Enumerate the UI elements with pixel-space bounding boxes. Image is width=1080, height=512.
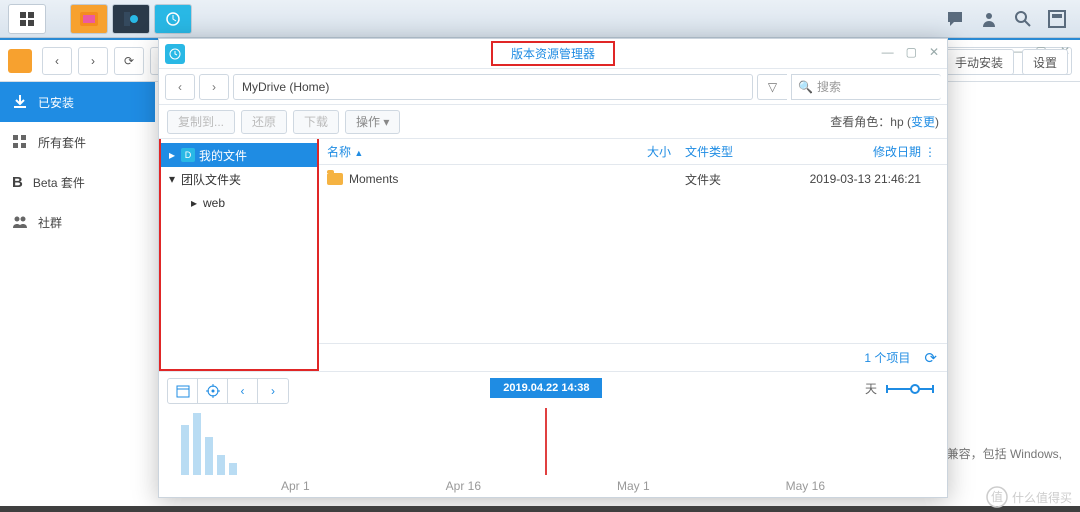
apps-icon[interactable] <box>8 4 46 34</box>
forward-button[interactable]: › <box>78 47 108 75</box>
app1-icon[interactable] <box>70 4 108 34</box>
svg-text:值: 值 <box>991 489 1003 504</box>
sidebar-community[interactable]: 社群 <box>0 202 155 242</box>
sidebar-all[interactable]: 所有套件 <box>0 122 155 162</box>
vw-title-text: 版本资源管理器 <box>491 41 615 66</box>
vw-search-input[interactable]: 🔍搜索 <box>791 74 941 100</box>
tree-web[interactable]: ▸web <box>161 191 317 215</box>
vw-back-button[interactable]: ‹ <box>165 74 195 100</box>
chat-icon[interactable] <box>942 6 968 32</box>
sidebar-installed[interactable]: 已安装 <box>0 82 155 122</box>
version-explorer-window: 版本资源管理器 — ▢ ✕ ‹ › MyDrive (Home) ▽ 🔍搜索 复… <box>158 38 948 498</box>
tl-prev-button[interactable]: ‹ <box>228 379 258 403</box>
back-button[interactable]: ‹ <box>42 47 72 75</box>
tl-next-button[interactable]: › <box>258 379 288 403</box>
vw-titlebar: 版本资源管理器 — ▢ ✕ <box>159 39 947 69</box>
timeline-chart[interactable]: 2019.04.22 14:38 <box>171 408 935 475</box>
sidebar-beta[interactable]: BBeta 套件 <box>0 162 155 202</box>
timeline-scale: 天 <box>865 380 935 397</box>
folder-icon <box>327 173 343 185</box>
marker-label: 2019.04.22 14:38 <box>490 378 602 398</box>
pkg-icon <box>8 49 32 73</box>
folder-tree: ▸D我的文件 ▾团队文件夹 ▸web <box>159 139 319 371</box>
calendar-icon[interactable] <box>168 379 198 403</box>
timeline-panel: ‹ › 天 2019.04.22 14:38 Apr 1 Apr 16 May … <box>159 371 947 497</box>
col-type[interactable]: 文件类型 <box>671 143 761 160</box>
role-display: 查看角色：hp (变更) <box>830 113 939 130</box>
taskbar <box>0 506 1080 512</box>
watermark: 值 什么值得买 <box>986 486 1072 508</box>
refresh-icon[interactable]: ⟳ <box>924 349 937 367</box>
timeline-marker[interactable]: 2019.04.22 14:38 <box>545 408 547 475</box>
target-icon[interactable] <box>198 379 228 403</box>
col-menu-icon[interactable]: ⋮ <box>921 145 939 159</box>
status-bar: 1 个项目 ⟳ <box>319 343 947 371</box>
vw-close-icon[interactable]: ✕ <box>929 45 939 59</box>
refresh-button[interactable]: ⟳ <box>114 47 144 75</box>
copy-button[interactable]: 复制到... <box>167 110 235 134</box>
filter-icon[interactable]: ▽ <box>757 74 787 100</box>
app3-icon[interactable] <box>154 4 192 34</box>
clock-icon <box>165 44 185 64</box>
file-list: 名称 ▲ 大小 文件类型 修改日期 ⋮ Moments 文件夹 2019-03-… <box>319 139 947 371</box>
bg-sidebar: 已安装 所有套件 BBeta 套件 社群 <box>0 82 155 242</box>
search-icon[interactable] <box>1010 6 1036 32</box>
timeline-ticks: Apr 1 Apr 16 May 1 May 16 <box>171 479 935 493</box>
user-icon[interactable] <box>976 6 1002 32</box>
dsm-topbar <box>0 0 1080 38</box>
vw-action-bar: 复制到... 还原 下载 操作 ▾ 查看角色：hp (变更) <box>159 105 947 139</box>
vw-minimize-icon[interactable]: — <box>882 45 894 59</box>
widget-icon[interactable] <box>1044 6 1070 32</box>
timeline-controls: ‹ › <box>167 378 289 404</box>
operations-button[interactable]: 操作 ▾ <box>345 110 400 134</box>
tree-team-folder[interactable]: ▾团队文件夹 <box>161 167 317 191</box>
download-button[interactable]: 下载 <box>293 110 339 134</box>
col-date[interactable]: 修改日期 <box>761 143 921 160</box>
app2-icon[interactable] <box>112 4 150 34</box>
col-name[interactable]: 名称 ▲ <box>327 143 601 160</box>
vw-forward-button[interactable]: › <box>199 74 229 100</box>
settings-button[interactable]: 设置 <box>1022 49 1068 75</box>
vw-nav-bar: ‹ › MyDrive (Home) ▽ 🔍搜索 <box>159 69 947 105</box>
vw-breadcrumb[interactable]: MyDrive (Home) <box>233 74 753 100</box>
restore-button[interactable]: 还原 <box>241 110 287 134</box>
change-role-link[interactable]: 变更 <box>911 115 935 129</box>
tree-my-files[interactable]: ▸D我的文件 <box>161 143 317 167</box>
vw-maximize-icon[interactable]: ▢ <box>906 45 917 59</box>
table-row[interactable]: Moments 文件夹 2019-03-13 21:46:21 <box>319 165 947 193</box>
scale-slider-icon[interactable] <box>885 382 935 396</box>
col-size[interactable]: 大小 <box>601 143 671 160</box>
manual-install-button[interactable]: 手动安装 <box>944 49 1014 75</box>
list-header: 名称 ▲ 大小 文件类型 修改日期 ⋮ <box>319 139 947 165</box>
